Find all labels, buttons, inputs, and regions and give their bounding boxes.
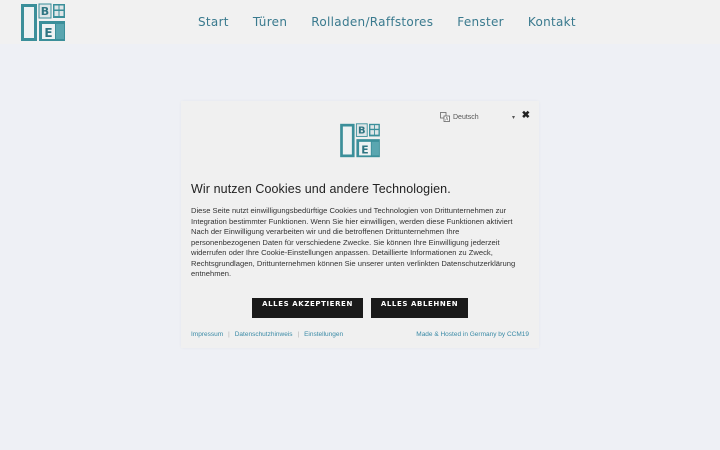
accept-all-button[interactable]: ALLES AKZEPTIEREN <box>252 298 363 318</box>
logo-letter-e: E <box>44 26 52 40</box>
impressum-link[interactable]: Impressum <box>191 331 223 338</box>
nav-tueren[interactable]: Türen <box>253 15 287 29</box>
dialog-logo: B E <box>340 123 380 158</box>
separator: | <box>228 331 230 338</box>
nav-kontakt[interactable]: Kontakt <box>528 15 576 29</box>
nav-fenster[interactable]: Fenster <box>457 15 504 29</box>
site-header: B E Start Türen Rolladen/Raffstores Fens… <box>0 0 720 44</box>
close-icon[interactable]: ✖ <box>522 111 530 121</box>
dialog-logo-letter-e: E <box>361 144 368 157</box>
dialog-body-text: Diese Seite nutzt einwilligungsbedürftig… <box>191 206 516 278</box>
reject-all-button[interactable]: ALLES ABLEHNEN <box>371 298 468 318</box>
company-logo[interactable]: B E <box>20 2 66 43</box>
dialog-title: Wir nutzen Cookies und andere Technologi… <box>191 182 451 196</box>
nav-start[interactable]: Start <box>198 15 229 29</box>
privacy-link[interactable]: Datenschutzhinweis <box>235 331 293 338</box>
ccm19-credit-link[interactable]: Made & Hosted in Germany by CCM19 <box>416 331 529 338</box>
dialog-logo-letter-b: B <box>358 126 366 137</box>
language-switcher[interactable]: A Deutsch ▾ <box>440 112 515 122</box>
language-select[interactable]: Deutsch ▾ <box>453 114 515 121</box>
cookie-consent-dialog: A Deutsch ▾ ✖ B E Wir nutzen Cookies und… <box>181 101 539 348</box>
logo-letter-b: B <box>41 5 49 18</box>
translate-icon: A <box>440 112 450 122</box>
nav-rolladen-raffstores[interactable]: Rolladen/Raffstores <box>311 15 433 29</box>
separator: | <box>297 331 300 338</box>
language-value: Deutsch <box>453 113 479 121</box>
dialog-footer-links: Impressum | Datenschutzhinweis | Einstel… <box>191 331 343 338</box>
main-nav: Start Türen Rolladen/Raffstores Fenster … <box>198 0 600 44</box>
settings-link[interactable]: Einstellungen <box>304 331 343 338</box>
dropdown-arrow-icon: ▾ <box>511 114 515 121</box>
